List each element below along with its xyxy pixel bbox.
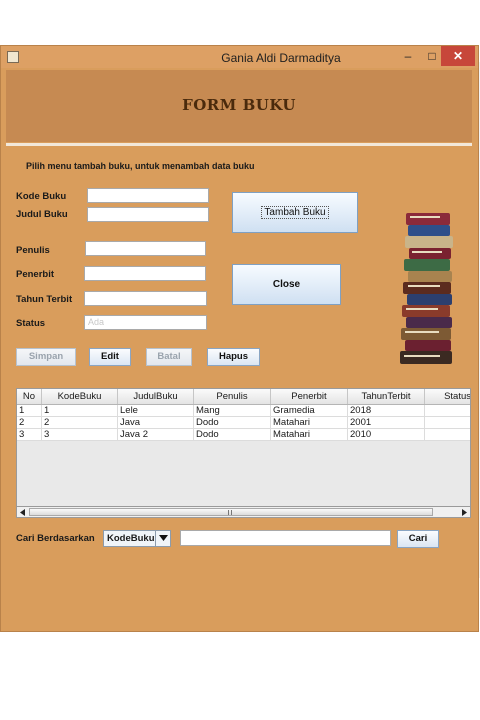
- column-header-penerbit[interactable]: Penerbit: [271, 389, 348, 404]
- kode-buku-field[interactable]: [87, 188, 209, 203]
- tambah-buku-label: Tambah Buku: [261, 206, 329, 219]
- form-window: Gania Aldi Darmaditya – □ ✕ FORM BUKU Pi…: [0, 45, 479, 632]
- kode-buku-label: Kode Buku: [16, 191, 67, 202]
- table-cell: 3: [42, 429, 118, 440]
- page-title: FORM BUKU: [182, 96, 296, 114]
- tambah-buku-button[interactable]: Tambah Buku: [232, 192, 358, 233]
- close-window-button[interactable]: ✕: [441, 46, 475, 66]
- column-header-penulis[interactable]: Penulis: [194, 389, 271, 404]
- column-header-kodebuku[interactable]: KodeBuku: [42, 389, 118, 404]
- batal-button[interactable]: Batal: [146, 348, 192, 366]
- table-horizontal-scrollbar[interactable]: [16, 506, 471, 518]
- column-header-tahunterbit[interactable]: TahunTerbit: [348, 389, 425, 404]
- table-cell: Java 2: [118, 429, 194, 440]
- penulis-field[interactable]: [85, 241, 206, 256]
- penerbit-field[interactable]: [84, 266, 206, 281]
- table-cell: [425, 429, 470, 440]
- column-header-no[interactable]: No: [17, 389, 42, 404]
- judul-buku-field[interactable]: [87, 207, 209, 222]
- header-panel: FORM BUKU: [6, 70, 472, 142]
- table-header: No KodeBuku JudulBuku Penulis Penerbit T…: [17, 389, 470, 405]
- column-header-status[interactable]: Status: [425, 389, 470, 404]
- table-row[interactable]: 3 3 Java 2 Dodo Matahari 2010: [17, 429, 470, 441]
- column-header-judulbuku[interactable]: JudulBuku: [118, 389, 194, 404]
- search-by-value: KodeBuku: [107, 533, 155, 544]
- table-empty-area: [17, 441, 470, 507]
- close-button[interactable]: Close: [232, 264, 341, 305]
- table-row[interactable]: 2 2 Java Dodo Matahari 2001: [17, 417, 470, 429]
- scroll-right-icon[interactable]: [459, 508, 469, 517]
- scrollbar-thumb[interactable]: [29, 508, 433, 516]
- hapus-button[interactable]: Hapus: [207, 348, 260, 366]
- book-table[interactable]: No KodeBuku JudulBuku Penulis Penerbit T…: [16, 388, 471, 518]
- minimize-button[interactable]: –: [396, 46, 420, 66]
- judul-buku-label: Judul Buku: [16, 209, 68, 220]
- book-stack-icon: [400, 213, 453, 364]
- tahun-terbit-field[interactable]: [84, 291, 207, 306]
- simpan-button[interactable]: Simpan: [16, 348, 76, 366]
- dropdown-arrow-button[interactable]: [155, 531, 170, 546]
- table-cell: Matahari: [271, 417, 348, 428]
- instruction-text: Pilih menu tambah buku, untuk menambah d…: [26, 161, 255, 171]
- search-input[interactable]: [180, 530, 391, 546]
- tahun-terbit-label: Tahun Terbit: [16, 294, 73, 305]
- table-cell: Mang: [194, 405, 271, 416]
- table-cell: [425, 417, 470, 428]
- table-cell: Dodo: [194, 417, 271, 428]
- table-cell: Dodo: [194, 429, 271, 440]
- status-field[interactable]: Ada: [84, 315, 207, 330]
- penulis-label: Penulis: [16, 245, 50, 256]
- table-cell: 2001: [348, 417, 425, 428]
- title-bar[interactable]: Gania Aldi Darmaditya – □ ✕: [1, 46, 478, 68]
- penerbit-label: Penerbit: [16, 269, 55, 280]
- table-cell: Gramedia: [271, 405, 348, 416]
- header-divider: [6, 143, 472, 146]
- search-by-dropdown[interactable]: KodeBuku: [103, 530, 171, 547]
- table-cell: 2: [17, 417, 42, 428]
- cari-button[interactable]: Cari: [397, 530, 439, 548]
- table-cell: 2010: [348, 429, 425, 440]
- table-cell: 2018: [348, 405, 425, 416]
- table-cell: Lele: [118, 405, 194, 416]
- table-cell: Matahari: [271, 429, 348, 440]
- table-cell: 1: [17, 405, 42, 416]
- table-cell: 2: [42, 417, 118, 428]
- edit-button[interactable]: Edit: [89, 348, 131, 366]
- triangle-down-icon: [159, 535, 168, 541]
- status-label: Status: [16, 318, 46, 329]
- table-cell: 1: [42, 405, 118, 416]
- scroll-left-icon[interactable]: [18, 508, 28, 517]
- java-app-icon: [7, 51, 19, 63]
- search-label: Cari Berdasarkan: [16, 533, 95, 544]
- table-cell: 3: [17, 429, 42, 440]
- table-cell: [425, 405, 470, 416]
- table-row[interactable]: 1 1 Lele Mang Gramedia 2018: [17, 405, 470, 417]
- table-cell: Java: [118, 417, 194, 428]
- window-title: Gania Aldi Darmaditya: [221, 51, 341, 65]
